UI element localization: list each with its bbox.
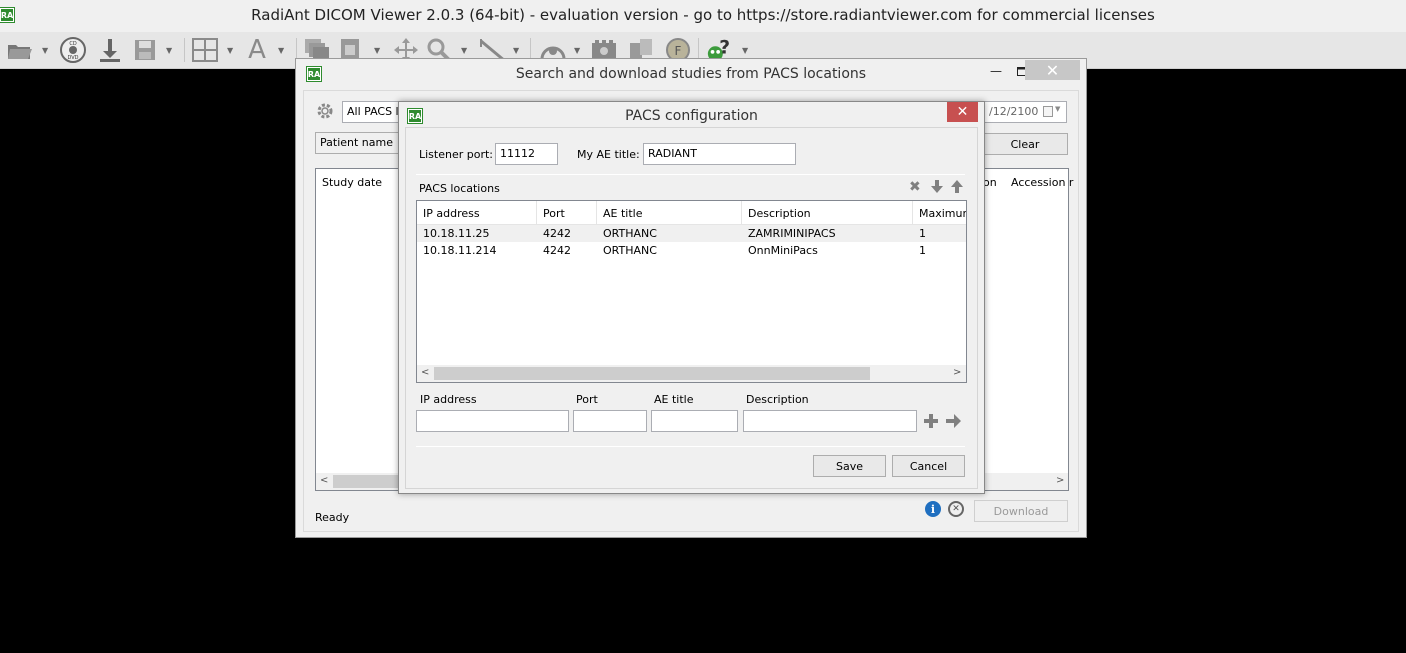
new-port-input[interactable] <box>573 410 647 432</box>
cancel-button[interactable]: Cancel <box>892 455 965 477</box>
download-button[interactable]: Download <box>974 500 1068 522</box>
row-ae-title: ORTHANC <box>603 227 657 240</box>
app-title-bar: RA RadiAnt DICOM Viewer 2.0.3 (64-bit) -… <box>0 0 1406 32</box>
settings-gear-icon[interactable] <box>316 102 334 120</box>
update-location-icon[interactable] <box>946 414 961 431</box>
column-header-maximum[interactable]: Maximum <box>913 201 966 225</box>
table-row[interactable]: 10.18.11.214 4242 ORTHANC OnnMiniPacs 1 <box>417 242 966 259</box>
new-ae-title-input[interactable] <box>651 410 738 432</box>
new-description-input[interactable] <box>743 410 917 432</box>
patient-name-header[interactable]: Patient name <box>315 132 405 154</box>
pacs-dialog-title: PACS configuration <box>625 108 758 124</box>
row-description: ZAMRIMINIPACS <box>748 227 836 240</box>
text-annotation-icon[interactable]: A <box>243 35 271 65</box>
clear-button[interactable]: Clear <box>982 133 1068 155</box>
save-icon[interactable] <box>131 36 159 64</box>
study-date-column-header[interactable]: Study date <box>322 176 382 189</box>
row-maximum: 1 <box>919 244 926 257</box>
move-down-icon[interactable] <box>931 180 943 196</box>
scroll-thumb[interactable] <box>434 367 870 380</box>
move-up-icon[interactable] <box>951 180 963 196</box>
row-description: OnnMiniPacs <box>748 244 818 257</box>
scroll-left-icon[interactable]: < <box>320 475 328 486</box>
row-port: 4242 <box>543 244 571 257</box>
pacs-dialog-close-button[interactable]: ✕ <box>947 102 978 122</box>
add-location-icon[interactable] <box>924 414 938 431</box>
divider <box>416 446 965 447</box>
pacs-table-horizontal-scrollbar[interactable]: < > <box>417 365 966 382</box>
my-ae-title-label: My AE title: <box>577 148 640 161</box>
info-icon[interactable]: i <box>925 501 941 517</box>
row-port: 4242 <box>543 227 571 240</box>
accession-column-header[interactable]: Accession r <box>1011 176 1073 189</box>
svg-text:DVD: DVD <box>67 55 78 61</box>
column-header-on[interactable]: on <box>983 176 997 189</box>
layout-grid-icon[interactable] <box>191 36 219 64</box>
column-header-ae-title[interactable]: AE title <box>597 201 742 225</box>
scroll-thumb[interactable] <box>333 475 403 488</box>
scroll-right-icon[interactable]: > <box>953 367 961 378</box>
new-ip-address-input[interactable] <box>416 410 569 432</box>
status-text: Ready <box>315 511 350 524</box>
scroll-left-icon[interactable]: < <box>421 367 429 378</box>
row-ip: 10.18.11.214 <box>423 244 497 257</box>
pacs-configuration-dialog: RA PACS configuration ✕ Listener port: 1… <box>398 101 985 494</box>
cd-dvd-icon[interactable]: CD DVD <box>59 36 87 64</box>
delete-location-icon[interactable]: ✖ <box>909 179 921 195</box>
search-window-close-button[interactable]: ✕ <box>1025 60 1080 80</box>
new-ip-address-label: IP address <box>420 393 477 406</box>
svg-text:F: F <box>675 44 682 58</box>
help-dropdown-icon[interactable]: ▼ <box>742 46 750 55</box>
row-ip: 10.18.11.25 <box>423 227 490 240</box>
pacs-locations-label: PACS locations <box>419 182 500 195</box>
new-description-label: Description <box>746 393 809 406</box>
listener-port-input[interactable]: 11112 <box>495 143 558 165</box>
pacs-dialog-body: Listener port: 11112 My AE title: RADIAN… <box>405 127 978 489</box>
divider <box>416 174 965 175</box>
layout-dropdown-icon[interactable]: ▼ <box>227 46 235 55</box>
toolbar-separator <box>184 38 185 62</box>
window-level-dropdown-icon[interactable]: ▼ <box>374 46 382 55</box>
svg-text:CD: CD <box>69 41 76 47</box>
row-maximum: 1 <box>919 227 926 240</box>
search-window-title: Search and download studies from PACS lo… <box>515 66 867 82</box>
svg-text:?: ? <box>719 38 730 59</box>
save-button[interactable]: Save <box>813 455 886 477</box>
pacs-location-select[interactable]: All PACS loc <box>342 101 402 123</box>
table-row[interactable]: 10.18.11.25 4242 ORTHANC ZAMRIMINIPACS 1 <box>417 225 966 242</box>
date-dropdown-icon[interactable]: ▼ <box>1055 105 1060 113</box>
app-title: RadiAnt DICOM Viewer 2.0.3 (64-bit) - ev… <box>251 6 1155 24</box>
new-ae-title-label: AE title <box>654 393 694 406</box>
cancel-circle-icon[interactable]: ✕ <box>948 501 964 517</box>
date-to-value: /12/2100 <box>989 105 1039 118</box>
scroll-right-icon[interactable]: > <box>1056 475 1064 486</box>
open-folder-icon[interactable] <box>6 36 34 64</box>
column-header-description[interactable]: Description <box>742 201 913 225</box>
listener-port-label: Listener port: <box>419 148 494 161</box>
save-dropdown-icon[interactable]: ▼ <box>166 46 174 55</box>
column-header-ip-address[interactable]: IP address <box>417 201 537 225</box>
measure-dropdown-icon[interactable]: ▼ <box>513 46 521 55</box>
row-ae-title: ORTHANC <box>603 244 657 257</box>
my-ae-title-input[interactable]: RADIANT <box>643 143 796 165</box>
cine-dropdown-icon[interactable]: ▼ <box>574 46 582 55</box>
calendar-icon[interactable] <box>1043 106 1053 117</box>
date-to-field[interactable]: /12/2100 ▼ <box>984 101 1067 123</box>
text-dropdown-icon[interactable]: ▼ <box>278 46 286 55</box>
download-icon[interactable] <box>96 36 124 64</box>
minimize-icon[interactable]: — <box>986 61 1006 81</box>
zoom-dropdown-icon[interactable]: ▼ <box>461 46 469 55</box>
pacs-locations-table: IP address Port AE title Description Max… <box>416 200 967 383</box>
column-header-port[interactable]: Port <box>537 201 597 225</box>
new-port-label: Port <box>576 393 598 406</box>
open-dropdown-icon[interactable]: ▼ <box>42 46 50 55</box>
